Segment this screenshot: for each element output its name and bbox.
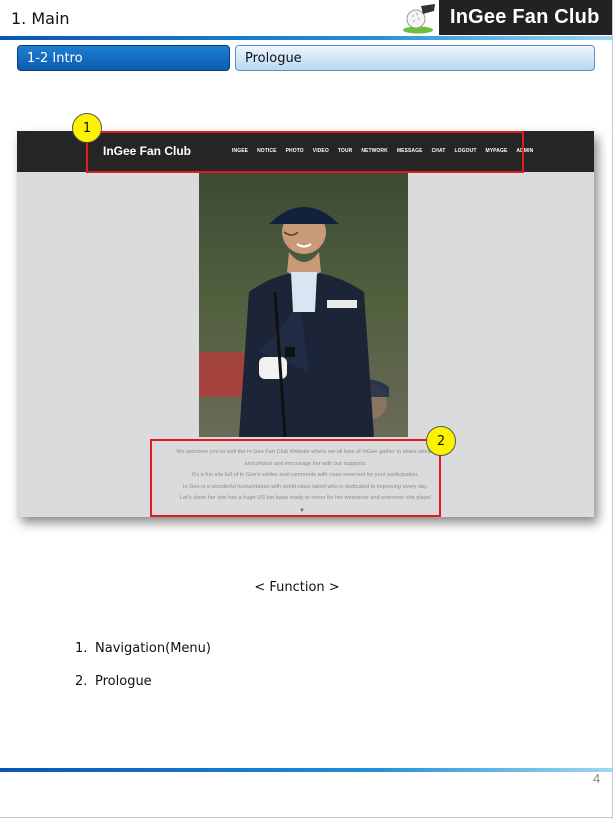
highlight-prologue	[150, 439, 441, 517]
logo-banner: InGee Fan Club	[439, 0, 612, 35]
slide-title: 1. Main	[11, 9, 70, 28]
list-item: 1. Navigation(Menu)	[75, 641, 211, 674]
header-divider	[0, 36, 612, 40]
function-heading: < Function >	[254, 580, 340, 595]
tab-intro[interactable]: 1-2 Intro	[17, 45, 230, 71]
list-item-label: Navigation(Menu)	[95, 641, 211, 656]
tab-prologue[interactable]: Prologue	[235, 45, 595, 71]
golfer-photo	[199, 172, 408, 437]
footer-divider	[0, 768, 612, 772]
page-number: 4	[593, 771, 601, 786]
callout-badge-2: 2	[426, 426, 456, 456]
function-list: 1. Navigation(Menu) 2. Prologue	[75, 641, 211, 707]
highlight-navigation	[86, 131, 524, 173]
callout-badge-1: 1	[72, 113, 102, 143]
logo-text: InGee Fan Club	[450, 6, 600, 28]
golf-ball-icon	[403, 4, 435, 34]
list-item-label: Prologue	[95, 674, 152, 689]
list-item-number: 1.	[75, 641, 88, 656]
page-border-right	[612, 0, 613, 819]
page-border-bottom	[0, 817, 612, 818]
golfer-illustration	[199, 172, 408, 437]
list-item: 2. Prologue	[75, 674, 211, 707]
list-item-number: 2.	[75, 674, 88, 689]
